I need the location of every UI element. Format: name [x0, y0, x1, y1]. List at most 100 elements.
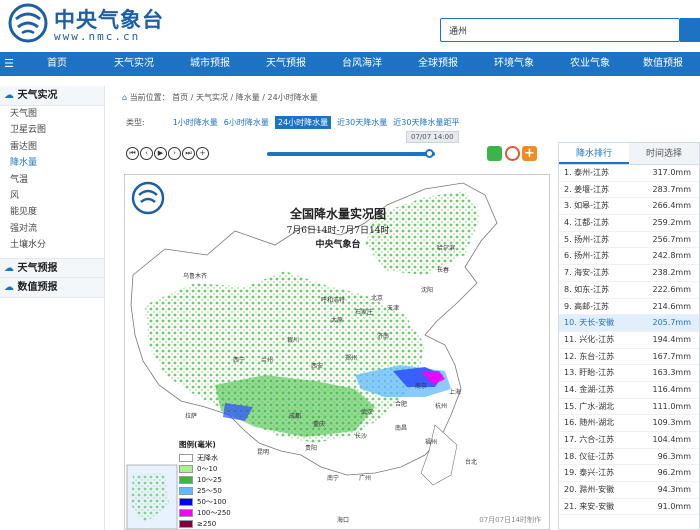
type-6h[interactable]: 6小时降水量: [224, 117, 269, 128]
precipitation-map[interactable]: 全国降水量实况图 7月6日14时-7月7日14时 中央气象台 哈尔滨 长春 沈阳 北京…: [124, 174, 550, 530]
time-slider[interactable]: [267, 152, 435, 156]
rank-row[interactable]: 14. 金湖-江苏 116.4mm: [559, 382, 699, 399]
nav-item-global[interactable]: 全球预报: [400, 52, 476, 76]
sidebar-item[interactable]: 降水量: [0, 155, 104, 171]
type-selector: 类型: 1小时降水量 6小时降水量 24小时降水量 近30天降水量 近30天降水…: [126, 116, 459, 129]
rank-row[interactable]: 4. 江都-江苏 259.2mm: [559, 215, 699, 232]
sidebar-item[interactable]: 能见度: [0, 204, 104, 220]
legend-row: 100～250: [179, 507, 241, 518]
nav-item-live[interactable]: 天气实况: [96, 52, 172, 76]
next-frame-icon[interactable]: ›: [168, 147, 181, 160]
rank-row[interactable]: 3. 如皋-江苏 266.4mm: [559, 198, 699, 216]
cloud-icon: ☁: [4, 262, 14, 274]
city-label: 南宁: [327, 475, 340, 482]
breadcrumb-precip[interactable]: 降水量: [236, 93, 260, 102]
menu-icon[interactable]: ☰: [0, 52, 18, 76]
type-1h[interactable]: 1小时降水量: [173, 117, 218, 128]
rank-station: 1. 泰州-江苏: [564, 168, 610, 177]
last-frame-icon[interactable]: ⏭: [182, 147, 195, 160]
rank-row[interactable]: 8. 如东-江苏 222.6mm: [559, 282, 699, 299]
rank-station: 20. 滁州-安徽: [564, 485, 615, 495]
map-org: 中央气象台: [315, 240, 361, 250]
rank-row[interactable]: 9. 高邮-江苏 214.6mm: [559, 299, 699, 316]
sidebar-item[interactable]: 强对流: [0, 221, 104, 237]
search-button[interactable]: [680, 18, 700, 42]
rank-row[interactable]: 18. 仪征-江苏 96.3mm: [559, 449, 699, 466]
zoom-icon[interactable]: +: [196, 147, 209, 160]
rank-row[interactable]: 5. 扬州-江苏 256.7mm: [559, 232, 699, 249]
sidebar-item[interactable]: 土壤水分: [0, 237, 104, 253]
tab-rank[interactable]: 降水排行: [559, 143, 629, 164]
type-30d-anomaly[interactable]: 近30天降水量距平: [393, 117, 459, 128]
rank-row[interactable]: 7. 海安-江苏 238.2mm: [559, 265, 699, 282]
nav-item-typhoon[interactable]: 台风海洋: [324, 52, 400, 76]
rank-station: 18. 仪征-江苏: [564, 451, 615, 461]
sidebar-section-numeric[interactable]: ☁ 数值预报: [0, 277, 104, 298]
search-input[interactable]: 通州: [440, 18, 680, 42]
map-timestamp: 07月07日14时制作: [479, 516, 541, 524]
rank-value: 242.8mm: [652, 251, 692, 261]
rank-row[interactable]: 15. 广水-湖北 111.0mm: [559, 399, 699, 416]
city-label: 海口: [337, 517, 350, 524]
rank-value: 116.4mm: [652, 384, 692, 394]
type-30d[interactable]: 近30天降水量: [337, 117, 387, 128]
city-label: 银川: [287, 337, 300, 344]
rank-value: 163.3mm: [652, 368, 692, 378]
sidebar-item[interactable]: 气温: [0, 172, 104, 188]
nav-item-numeric[interactable]: 数值预报: [628, 52, 698, 76]
city-label: 乌鲁木齐: [183, 273, 208, 280]
legend-swatch: [179, 519, 193, 528]
rank-value: 283.7mm: [652, 184, 692, 194]
nav-item-environment[interactable]: 环境气象: [476, 52, 552, 76]
rank-row[interactable]: 2. 姜堰-江苏 283.7mm: [559, 182, 699, 199]
sidebar-item[interactable]: 天气图: [0, 106, 104, 122]
rank-panel: 降水排行 时间选择 1. 泰州-江苏 317.0mm 2. 姜堰-江苏 283.7mm…: [558, 142, 700, 530]
sidebar-item[interactable]: 卫星云图: [0, 122, 104, 138]
breadcrumb-live[interactable]: 天气实况: [196, 93, 228, 102]
wechat-icon[interactable]: [487, 146, 502, 161]
slider-handle[interactable]: [424, 149, 434, 158]
play-icon[interactable]: ▶: [154, 147, 167, 160]
sidebar-section-live[interactable]: ☁ 天气实况: [0, 86, 104, 106]
rank-row[interactable]: 1. 泰州-江苏 317.0mm: [559, 165, 699, 182]
sidebar-item[interactable]: 风: [0, 188, 104, 204]
city-label: 武汉: [361, 409, 374, 416]
first-frame-icon[interactable]: ⏮: [126, 147, 139, 160]
rank-row[interactable]: 13. 盱眙-江苏 163.3mm: [559, 365, 699, 382]
rank-row[interactable]: 12. 东台-江苏 167.7mm: [559, 349, 699, 366]
rank-value: 91.0mm: [657, 501, 691, 511]
rank-row[interactable]: 17. 六合-江苏 104.4mm: [559, 432, 699, 449]
type-24h[interactable]: 24小时降水量: [274, 116, 332, 129]
rank-row[interactable]: 6. 扬州-江苏 242.8mm: [559, 248, 699, 266]
nav-item-agriculture[interactable]: 农业气象: [552, 52, 628, 76]
map-title: 全国降水量实况图: [289, 207, 386, 221]
sidebar-item[interactable]: 雷达图: [0, 139, 104, 155]
rank-value: 96.2mm: [657, 468, 691, 478]
rank-list: 1. 泰州-江苏 317.0mm 2. 姜堰-江苏 283.7mm 3. 如皋-江苏 26…: [559, 165, 699, 516]
legend-swatch: [179, 486, 193, 495]
rank-row[interactable]: 10. 天长-安徽 205.7mm: [559, 315, 699, 332]
plus-share-icon[interactable]: +: [522, 146, 537, 161]
city-label: 昆明: [257, 449, 270, 456]
rank-row[interactable]: 11. 兴化-江苏 194.4mm: [559, 332, 699, 349]
nmc-logo-icon[interactable]: [6, 3, 50, 43]
rank-value: 104.4mm: [652, 435, 692, 444]
rank-station: 10. 天长-安徽: [564, 318, 615, 328]
breadcrumb-home[interactable]: 首页: [172, 93, 188, 102]
legend-title: 图例(毫米): [179, 440, 216, 449]
nav-item-city[interactable]: 城市预报: [172, 52, 248, 76]
tab-time-select[interactable]: 时间选择: [629, 143, 699, 164]
nav-item-home[interactable]: 首页: [18, 52, 96, 76]
rank-row[interactable]: 21. 来安-安徽 91.0mm: [559, 499, 699, 516]
rank-value: 317.0mm: [652, 168, 692, 177]
rank-row[interactable]: 16. 随州-湖北 109.3mm: [559, 415, 699, 432]
sidebar-section-forecast[interactable]: ☁ 天气预报: [0, 257, 104, 278]
rank-value: 194.4mm: [652, 334, 692, 344]
weibo-icon[interactable]: [505, 146, 520, 161]
city-label: 成都: [289, 413, 302, 420]
prev-frame-icon[interactable]: ‹: [140, 147, 153, 160]
rank-row[interactable]: 20. 滁州-安徽 94.3mm: [559, 482, 699, 499]
rank-row[interactable]: 19. 泰兴-江苏 96.2mm: [559, 465, 699, 483]
nav-item-forecast[interactable]: 天气预报: [248, 52, 324, 76]
rank-tabs: 降水排行 时间选择: [559, 143, 699, 165]
